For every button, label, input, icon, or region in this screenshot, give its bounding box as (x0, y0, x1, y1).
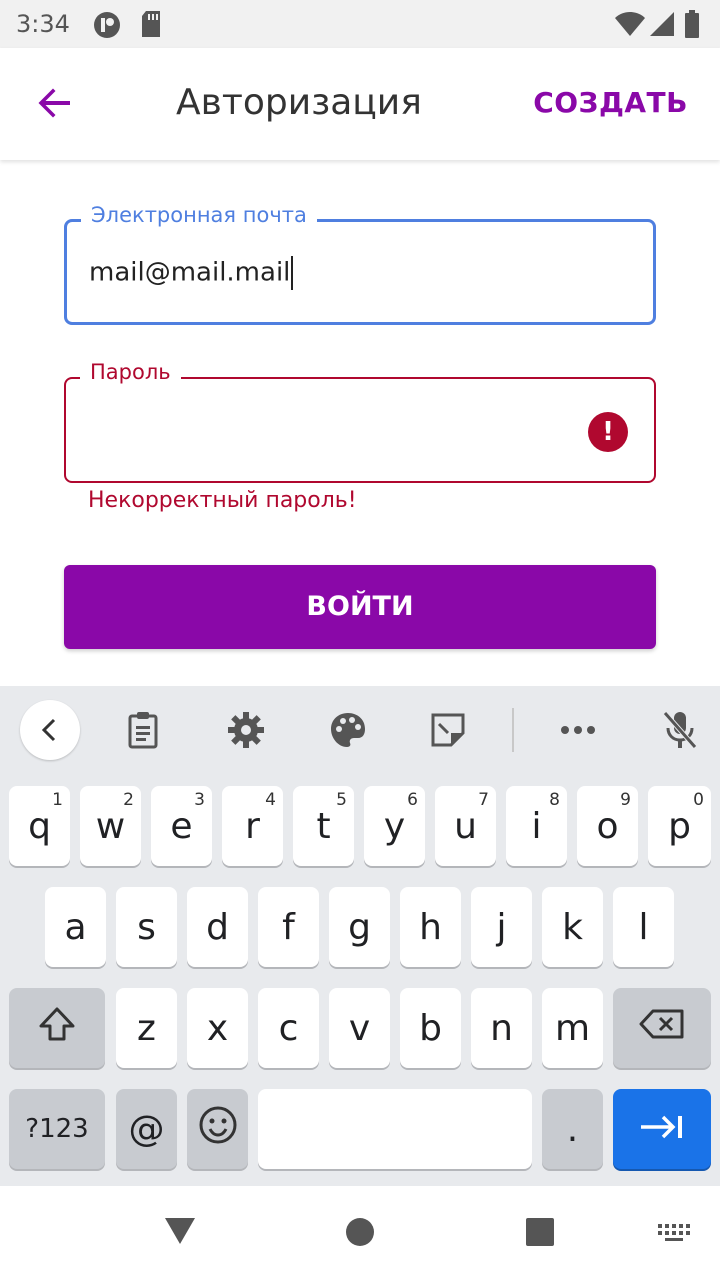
symbols-key[interactable]: ?123 (9, 1089, 105, 1169)
backspace-key[interactable] (613, 988, 711, 1068)
key-p[interactable]: p0 (648, 786, 711, 866)
key-hint: 9 (620, 790, 631, 810)
key-g[interactable]: g (329, 887, 390, 967)
chevron-left-icon[interactable] (20, 700, 80, 760)
mic-off-icon[interactable] (650, 700, 710, 760)
key-s[interactable]: s (116, 887, 177, 967)
app-notification-icon (92, 10, 122, 44)
status-time: 3:34 (16, 10, 70, 38)
key-label: r (245, 805, 260, 847)
clipboard-icon[interactable] (113, 700, 173, 760)
battery-icon (684, 10, 700, 42)
shift-icon (37, 1006, 77, 1051)
create-account-button[interactable]: СОЗДАТЬ (533, 86, 688, 119)
home-circle-icon[interactable] (345, 1217, 375, 1251)
toolbar-divider (512, 708, 514, 752)
at-key[interactable]: @ (116, 1089, 177, 1169)
key-j[interactable]: j (471, 887, 532, 967)
key-q[interactable]: q1 (9, 786, 70, 866)
tab-next-icon (639, 1109, 685, 1150)
key-c[interactable]: c (258, 988, 319, 1068)
key-u[interactable]: u7 (435, 786, 496, 866)
key-hint: 4 (265, 790, 276, 810)
key-h[interactable]: h (400, 887, 461, 967)
key-label: o (596, 805, 619, 847)
key-hint: 8 (549, 790, 560, 810)
key-hint: 0 (693, 790, 704, 810)
key-r[interactable]: r4 (222, 786, 283, 866)
next-key[interactable] (613, 1089, 711, 1169)
text-caret (291, 256, 294, 290)
backspace-icon (639, 1008, 685, 1049)
back-triangle-icon[interactable] (163, 1216, 197, 1250)
navigation-bar (0, 1186, 720, 1280)
key-v[interactable]: v (329, 988, 390, 1068)
keyboard-toolbar (0, 686, 720, 772)
status-bar: 3:34 (0, 0, 720, 48)
email-text: mail@mail.mail (89, 257, 291, 288)
app-bar: Авторизация СОЗДАТЬ (0, 48, 720, 160)
error-icon: ! (588, 412, 628, 452)
key-d[interactable]: d (187, 887, 248, 967)
key-hint: 1 (52, 790, 63, 810)
key-e[interactable]: e3 (151, 786, 212, 866)
back-button[interactable] (30, 80, 80, 130)
email-value: mail@mail.mail (89, 256, 294, 290)
key-x[interactable]: x (187, 988, 248, 1068)
key-a[interactable]: a (45, 887, 106, 967)
page-title: Авторизация (176, 82, 422, 123)
arrow-left-icon (37, 85, 73, 125)
key-n[interactable]: n (471, 988, 532, 1068)
wifi-icon (614, 10, 646, 42)
signal-icon (648, 10, 676, 42)
recents-square-icon[interactable] (525, 1217, 555, 1251)
key-m[interactable]: m (542, 988, 603, 1068)
key-l[interactable]: l (613, 887, 674, 967)
key-label: w (95, 805, 126, 847)
password-error-text: Некорректный пароль! (88, 488, 357, 513)
key-b[interactable]: b (400, 988, 461, 1068)
key-z[interactable]: z (116, 988, 177, 1068)
sd-card-icon (140, 10, 162, 42)
key-label: p (668, 805, 691, 847)
more-icon[interactable] (548, 700, 608, 760)
key-label: e (170, 805, 193, 847)
login-button[interactable]: ВОЙТИ (64, 565, 656, 649)
key-o[interactable]: o9 (577, 786, 638, 866)
password-field[interactable]: Пароль ! (64, 360, 656, 483)
email-field[interactable]: Электронная почта mail@mail.mail (64, 203, 656, 325)
key-hint: 6 (407, 790, 418, 810)
email-label: Электронная почта (81, 203, 317, 227)
keyboard: q1 w2 e3 r4 t5 y6 u7 i8 o9 p0 a s d f g … (0, 686, 720, 1186)
emoji-key[interactable] (187, 1089, 248, 1169)
key-label: u (454, 805, 477, 847)
key-f[interactable]: f (258, 887, 319, 967)
key-label: t (316, 805, 331, 847)
key-hint: 7 (478, 790, 489, 810)
key-label: q (28, 805, 51, 847)
key-y[interactable]: y6 (364, 786, 425, 866)
key-label: y (383, 805, 406, 847)
key-hint: 5 (336, 790, 347, 810)
password-label: Пароль (80, 360, 181, 384)
shift-key[interactable] (9, 988, 105, 1068)
keyboard-switch-icon[interactable] (658, 1224, 692, 1246)
palette-icon[interactable] (318, 700, 378, 760)
key-i[interactable]: i8 (506, 786, 567, 866)
key-t[interactable]: t5 (293, 786, 354, 866)
key-w[interactable]: w2 (80, 786, 141, 866)
key-k[interactable]: k (542, 887, 603, 967)
sticker-icon[interactable] (418, 700, 478, 760)
key-label: i (531, 805, 542, 847)
key-hint: 3 (194, 790, 205, 810)
key-hint: 2 (123, 790, 134, 810)
space-key[interactable] (258, 1089, 532, 1169)
gear-icon[interactable] (216, 700, 276, 760)
period-key[interactable]: . (542, 1089, 603, 1169)
emoji-icon (198, 1105, 238, 1154)
